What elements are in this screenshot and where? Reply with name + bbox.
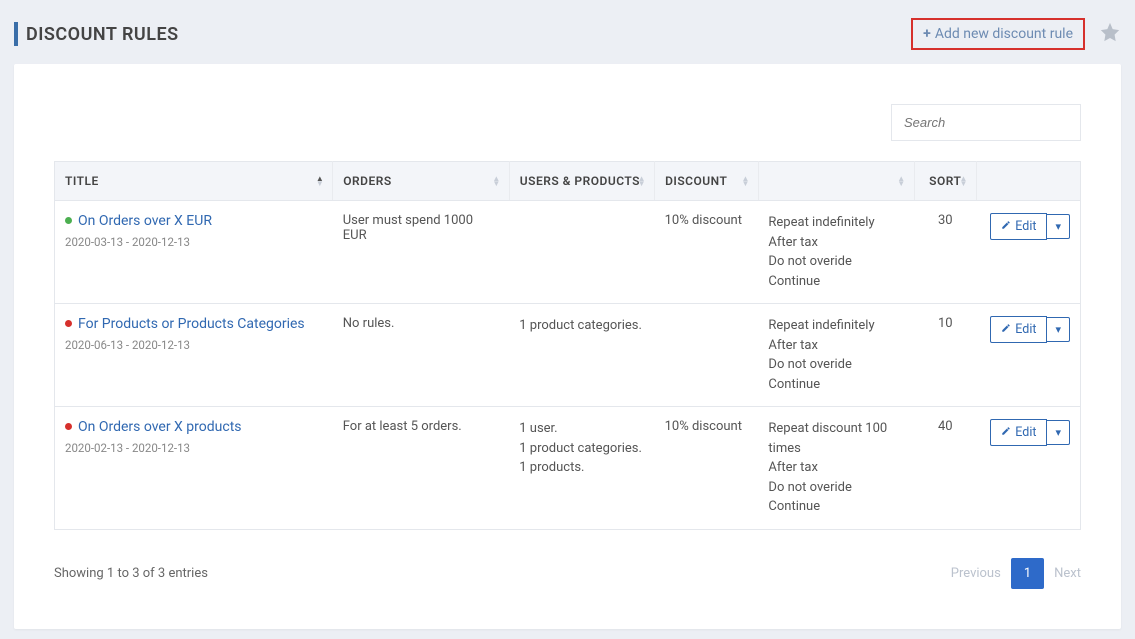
row-actions-dropdown[interactable]: ▾ bbox=[1047, 420, 1070, 445]
discount-cell: 10% discount bbox=[655, 407, 759, 530]
title-accent-bar bbox=[14, 22, 18, 46]
caret-down-icon: ▾ bbox=[1055, 323, 1061, 336]
rule-title-link[interactable]: On Orders over X products bbox=[78, 419, 242, 435]
rule-dates: 2020-03-13 - 2020-12-13 bbox=[65, 235, 323, 249]
content-card: TITLE ▲▼ ORDERS ▲▼ USERS & PRODUCTS ▲▼ D… bbox=[14, 64, 1121, 629]
status-dot bbox=[65, 320, 72, 327]
edit-button[interactable]: Edit bbox=[990, 213, 1047, 240]
pencil-icon bbox=[1001, 219, 1011, 234]
table-footer: Showing 1 to 3 of 3 entries Previous 1 N… bbox=[54, 558, 1081, 589]
users-products-cell bbox=[509, 201, 654, 304]
sort-cell: 10 bbox=[914, 304, 976, 407]
users-products-cell: 1 product categories. bbox=[509, 304, 654, 407]
page-title: DISCOUNT RULES bbox=[26, 24, 179, 45]
discount-cell: 10% discount bbox=[655, 201, 759, 304]
sort-icon: ▲▼ bbox=[741, 176, 749, 186]
sort-icon: ▲▼ bbox=[638, 176, 646, 186]
pagination-prev[interactable]: Previous bbox=[951, 566, 1001, 581]
rules-cell: Repeat discount 100 timesAfter taxDo not… bbox=[758, 407, 914, 530]
col-sort[interactable]: SORT ▲▼ bbox=[914, 162, 976, 201]
orders-cell: For at least 5 orders. bbox=[333, 407, 510, 530]
table-row: On Orders over X products 2020-02-13 - 20… bbox=[55, 407, 1081, 530]
edit-label: Edit bbox=[1015, 425, 1036, 440]
sort-icon: ▲▼ bbox=[960, 176, 968, 186]
edit-button[interactable]: Edit bbox=[990, 316, 1047, 343]
favorite-star-icon[interactable] bbox=[1099, 21, 1121, 47]
col-rules[interactable]: ▲▼ bbox=[758, 162, 914, 201]
orders-cell: User must spend 1000 EUR bbox=[333, 201, 510, 304]
caret-down-icon: ▾ bbox=[1055, 220, 1061, 233]
pagination-next[interactable]: Next bbox=[1054, 566, 1081, 581]
sort-icon: ▲▼ bbox=[492, 176, 500, 186]
discount-rules-table: TITLE ▲▼ ORDERS ▲▼ USERS & PRODUCTS ▲▼ D… bbox=[54, 161, 1081, 530]
rule-title-link[interactable]: On Orders over X EUR bbox=[78, 213, 212, 229]
row-actions-dropdown[interactable]: ▾ bbox=[1047, 214, 1070, 239]
pencil-icon bbox=[1001, 322, 1011, 337]
rule-dates: 2020-06-13 - 2020-12-13 bbox=[65, 338, 323, 352]
orders-cell: No rules. bbox=[333, 304, 510, 407]
col-title[interactable]: TITLE ▲▼ bbox=[55, 162, 333, 201]
table-row: On Orders over X EUR 2020-03-13 - 2020-12… bbox=[55, 201, 1081, 304]
col-actions bbox=[976, 162, 1080, 201]
sort-cell: 30 bbox=[914, 201, 976, 304]
col-orders[interactable]: ORDERS ▲▼ bbox=[333, 162, 510, 201]
col-discount[interactable]: DISCOUNT ▲▼ bbox=[655, 162, 759, 201]
sort-cell: 40 bbox=[914, 407, 976, 530]
sort-icon: ▲▼ bbox=[316, 176, 324, 186]
pagination-page-1[interactable]: 1 bbox=[1011, 558, 1044, 589]
caret-down-icon: ▾ bbox=[1055, 426, 1061, 439]
col-users-products[interactable]: USERS & PRODUCTS ▲▼ bbox=[509, 162, 654, 201]
rule-title-link[interactable]: For Products or Products Categories bbox=[78, 316, 305, 332]
status-dot bbox=[65, 217, 72, 224]
edit-button[interactable]: Edit bbox=[990, 419, 1047, 446]
row-actions-dropdown[interactable]: ▾ bbox=[1047, 317, 1070, 342]
rules-cell: Repeat indefinitelyAfter taxDo not overi… bbox=[758, 201, 914, 304]
discount-cell bbox=[655, 304, 759, 407]
add-button-label: Add new discount rule bbox=[935, 26, 1073, 42]
table-row: For Products or Products Categories 2020-… bbox=[55, 304, 1081, 407]
rule-dates: 2020-02-13 - 2020-12-13 bbox=[65, 441, 323, 455]
status-dot bbox=[65, 423, 72, 430]
edit-label: Edit bbox=[1015, 322, 1036, 337]
pencil-icon bbox=[1001, 425, 1011, 440]
plus-icon: + bbox=[923, 26, 931, 42]
search-input[interactable] bbox=[891, 104, 1081, 141]
users-products-cell: 1 user.1 product categories.1 products. bbox=[509, 407, 654, 530]
sort-icon: ▲▼ bbox=[897, 176, 905, 186]
entries-info: Showing 1 to 3 of 3 entries bbox=[54, 566, 208, 581]
rules-cell: Repeat indefinitelyAfter taxDo not overi… bbox=[758, 304, 914, 407]
edit-label: Edit bbox=[1015, 219, 1036, 234]
pagination: Previous 1 Next bbox=[951, 558, 1081, 589]
page-header: DISCOUNT RULES + Add new discount rule bbox=[14, 0, 1121, 64]
add-discount-rule-button[interactable]: + Add new discount rule bbox=[911, 18, 1085, 50]
